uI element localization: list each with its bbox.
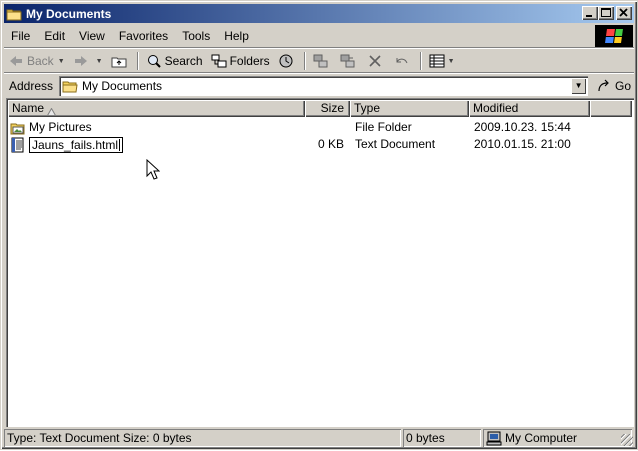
folders-label: Folders <box>229 54 270 68</box>
title-bar[interactable]: My Documents <box>4 4 634 23</box>
address-dropdown-button[interactable]: ▼ <box>571 78 587 94</box>
column-name-label: Name <box>12 101 45 115</box>
text-document-icon <box>10 137 26 153</box>
toolbar-separator <box>136 52 139 70</box>
sort-ascending-icon <box>46 104 57 120</box>
undo-button[interactable] <box>390 50 417 72</box>
up-folder-button[interactable] <box>107 50 134 72</box>
window-title: My Documents <box>26 6 112 21</box>
go-button[interactable]: Go <box>596 78 631 94</box>
address-value: My Documents <box>82 79 163 93</box>
file-modified: 2010.01.15. 21:00 <box>474 137 571 151</box>
back-dropdown-icon[interactable]: ▼ <box>58 58 65 65</box>
file-name-cell: Jauns_fails.html <box>8 136 305 153</box>
maximize-button[interactable] <box>598 6 614 20</box>
toolbar-separator <box>419 52 422 70</box>
menu-separator <box>4 47 634 49</box>
status-info: Type: Text Document Size: 0 bytes <box>4 429 401 447</box>
status-size: 0 bytes <box>403 429 481 447</box>
forward-arrow-icon <box>73 53 89 69</box>
file-list[interactable]: Name Size Type Modified My Pictures File… <box>6 98 634 427</box>
toolbar: Back ▼ ▼ Search Folders ▼ <box>4 50 634 72</box>
forward-button[interactable]: ▼ <box>69 50 107 72</box>
move-to-icon <box>313 53 329 69</box>
menu-tools[interactable]: Tools <box>175 29 217 43</box>
folders-button[interactable]: Folders <box>207 50 274 72</box>
search-button[interactable]: Search <box>142 50 207 72</box>
file-name: My Pictures <box>29 120 92 134</box>
rename-input[interactable]: Jauns_fails.html <box>29 136 124 153</box>
list-item[interactable]: My Pictures File Folder 2009.10.23. 15:4… <box>8 119 632 136</box>
status-bar: Type: Text Document Size: 0 bytes 0 byte… <box>4 429 634 447</box>
address-label: Address <box>9 79 54 93</box>
status-location-label: My Computer <box>505 430 578 445</box>
address-bar: Address My Documents ▼ Go <box>4 75 634 97</box>
column-header-name[interactable]: Name <box>8 100 305 117</box>
menu-bar: File Edit View Favorites Tools Help <box>4 25 596 47</box>
go-label: Go <box>615 79 632 93</box>
history-button[interactable] <box>274 50 301 72</box>
menu-help[interactable]: Help <box>217 29 256 43</box>
file-modified: 2009.10.23. 15:44 <box>474 120 571 134</box>
search-icon <box>146 53 162 69</box>
windows-logo <box>595 25 633 47</box>
close-button[interactable] <box>616 6 632 20</box>
file-type: Text Document <box>355 137 436 151</box>
rename-text: Jauns_fails.html <box>32 137 119 152</box>
delete-button[interactable] <box>363 50 390 72</box>
column-header-type[interactable]: Type <box>350 100 469 117</box>
copy-to-icon <box>340 53 356 69</box>
toolbar-separator <box>303 52 306 70</box>
forward-dropdown-icon[interactable]: ▼ <box>96 58 103 65</box>
my-computer-icon <box>486 430 502 446</box>
search-label: Search <box>164 54 203 68</box>
copy-to-button[interactable] <box>336 50 363 72</box>
folders-tree-icon <box>211 53 227 69</box>
text-caret <box>119 138 121 151</box>
up-folder-icon <box>111 53 127 69</box>
pictures-folder-icon <box>10 120 26 136</box>
column-type-label: Type <box>354 101 381 115</box>
go-arrow-icon <box>596 78 612 94</box>
column-header-filler <box>590 100 632 117</box>
menu-favorites[interactable]: Favorites <box>112 29 175 43</box>
explorer-window: My Documents File Edit View Favorites To… <box>0 0 638 450</box>
windows-flag-icon <box>605 29 623 43</box>
file-size <box>305 119 350 136</box>
column-header-modified[interactable]: Modified <box>469 100 590 117</box>
history-icon <box>278 53 294 69</box>
list-item[interactable]: Jauns_fails.html 0 KB Text Document 2010… <box>8 136 632 153</box>
column-modified-label: Modified <box>473 101 519 115</box>
address-field[interactable]: My Documents ▼ <box>59 76 589 96</box>
status-location: My Computer <box>483 429 632 447</box>
views-icon <box>429 53 445 69</box>
views-button[interactable]: ▼ <box>425 50 459 72</box>
views-dropdown-icon[interactable]: ▼ <box>448 58 455 65</box>
menu-edit[interactable]: Edit <box>37 29 72 43</box>
column-size-label: Size <box>320 101 344 115</box>
file-size: 0 KB <box>317 137 344 151</box>
list-header: Name Size Type Modified <box>8 100 632 117</box>
menu-file[interactable]: File <box>4 29 37 43</box>
folder-icon <box>6 6 22 22</box>
resize-grip[interactable] <box>621 434 633 446</box>
back-label: Back <box>27 54 54 68</box>
back-button[interactable]: Back ▼ <box>4 50 69 72</box>
undo-icon <box>394 53 410 69</box>
move-to-button[interactable] <box>309 50 336 72</box>
column-header-size[interactable]: Size <box>305 100 350 117</box>
folder-icon <box>62 78 78 94</box>
delete-x-icon <box>367 53 383 69</box>
file-type: File Folder <box>355 120 412 134</box>
menu-view[interactable]: View <box>72 29 112 43</box>
file-name-cell: My Pictures <box>8 119 305 136</box>
back-arrow-icon <box>8 53 24 69</box>
mouse-pointer-icon <box>146 158 161 184</box>
minimize-button[interactable] <box>582 6 598 20</box>
toolbar-separator-line <box>4 72 634 74</box>
